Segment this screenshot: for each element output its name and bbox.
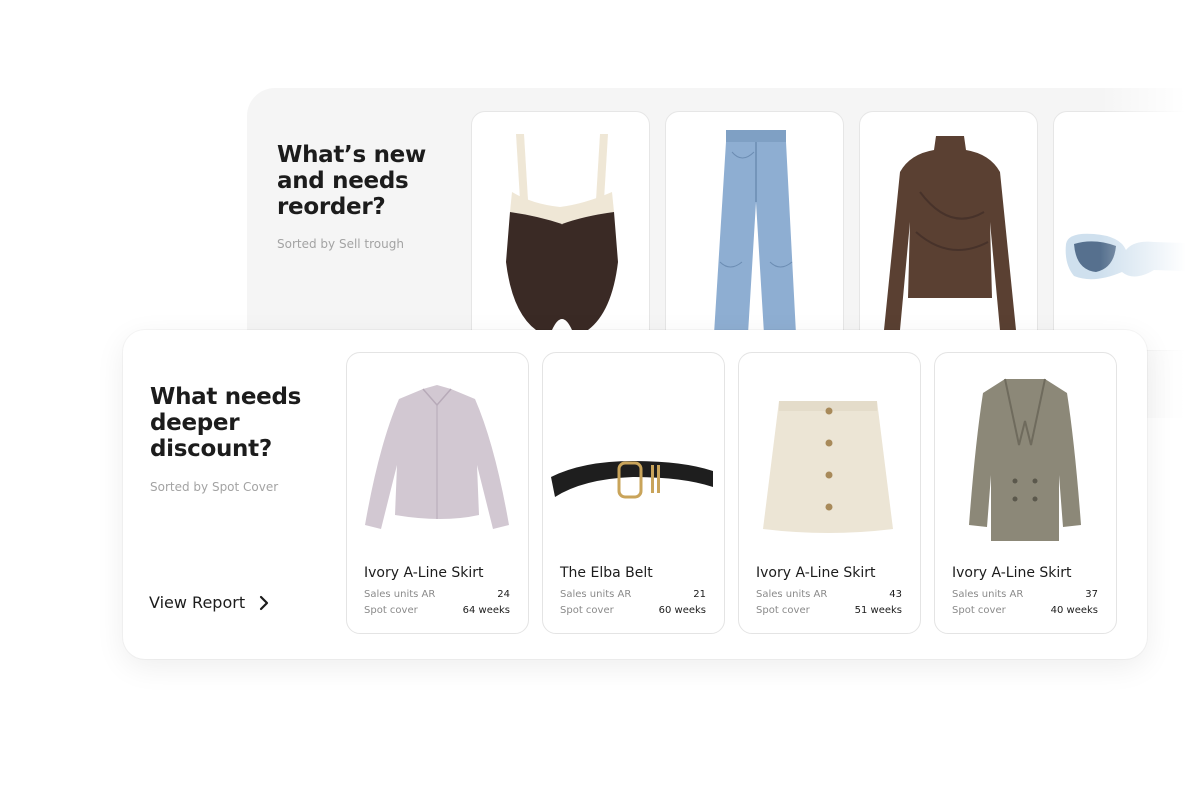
sales-units-value: 24	[497, 589, 510, 600]
reorder-title: What’s new and needs reorder?	[277, 142, 426, 220]
spot-cover-label: Spot cover	[756, 605, 810, 616]
sales-units-label: Sales units AR	[560, 589, 632, 600]
shirt-image	[365, 385, 509, 529]
product-card-mesh-top[interactable]	[859, 111, 1038, 351]
sales-units-label: Sales units AR	[952, 589, 1024, 600]
sales-units-label: Sales units AR	[364, 589, 436, 600]
spot-cover-row: Spot cover 51 weeks	[756, 605, 902, 616]
belt-image	[551, 461, 713, 499]
product-card-sunglasses[interactable]	[1053, 111, 1201, 351]
spot-cover-row: Spot cover 40 weeks	[952, 605, 1098, 616]
sales-units-value: 37	[1085, 589, 1098, 600]
view-report-label: View Report	[149, 593, 246, 612]
spot-cover-row: Spot cover 64 weeks	[364, 605, 510, 616]
product-name: Ivory A-Line Skirt	[364, 565, 484, 581]
spot-cover-label: Spot cover	[364, 605, 418, 616]
product-name: The Elba Belt	[560, 565, 653, 581]
spot-cover-value: 60 weeks	[658, 605, 706, 616]
product-name: Ivory A-Line Skirt	[756, 565, 876, 581]
spot-cover-value: 51 weeks	[854, 605, 902, 616]
sales-units-value: 43	[889, 589, 902, 600]
product-card-bodysuit[interactable]	[471, 111, 650, 351]
blazer-image	[969, 378, 1081, 541]
sales-units-row: Sales units AR 24	[364, 589, 510, 600]
view-report-button[interactable]: View Report	[149, 593, 271, 612]
spot-cover-label: Spot cover	[952, 605, 1006, 616]
sales-units-row: Sales units AR 21	[560, 589, 706, 600]
product-card-4[interactable]: Ivory A-Line Skirt Sales units AR 37 Spo…	[934, 352, 1117, 634]
discount-title: What needs deeper discount?	[150, 384, 301, 462]
skirt-image	[763, 401, 893, 533]
chevron-right-icon	[259, 595, 269, 610]
product-card-1[interactable]: Ivory A-Line Skirt Sales units AR 24 Spo…	[346, 352, 529, 634]
sales-units-label: Sales units AR	[756, 589, 828, 600]
product-card-3[interactable]: Ivory A-Line Skirt Sales units AR 43 Spo…	[738, 352, 921, 634]
reorder-subtitle: Sorted by Sell trough	[277, 237, 404, 251]
sales-units-row: Sales units AR 37	[952, 589, 1098, 600]
product-card-jeans[interactable]	[665, 111, 844, 351]
spot-cover-value: 64 weeks	[462, 605, 510, 616]
sales-units-row: Sales units AR 43	[756, 589, 902, 600]
mesh-top-image	[884, 136, 1016, 330]
sales-units-value: 21	[693, 589, 706, 600]
jeans-image	[714, 130, 796, 334]
sunglasses-image	[1065, 233, 1201, 280]
product-name: Ivory A-Line Skirt	[952, 565, 1072, 581]
spot-cover-label: Spot cover	[560, 605, 614, 616]
product-card-2[interactable]: The Elba Belt Sales units AR 21 Spot cov…	[542, 352, 725, 634]
spot-cover-value: 40 weeks	[1050, 605, 1098, 616]
bodysuit-image	[506, 134, 618, 330]
discount-subtitle: Sorted by Spot Cover	[150, 480, 279, 494]
spot-cover-row: Spot cover 60 weeks	[560, 605, 706, 616]
